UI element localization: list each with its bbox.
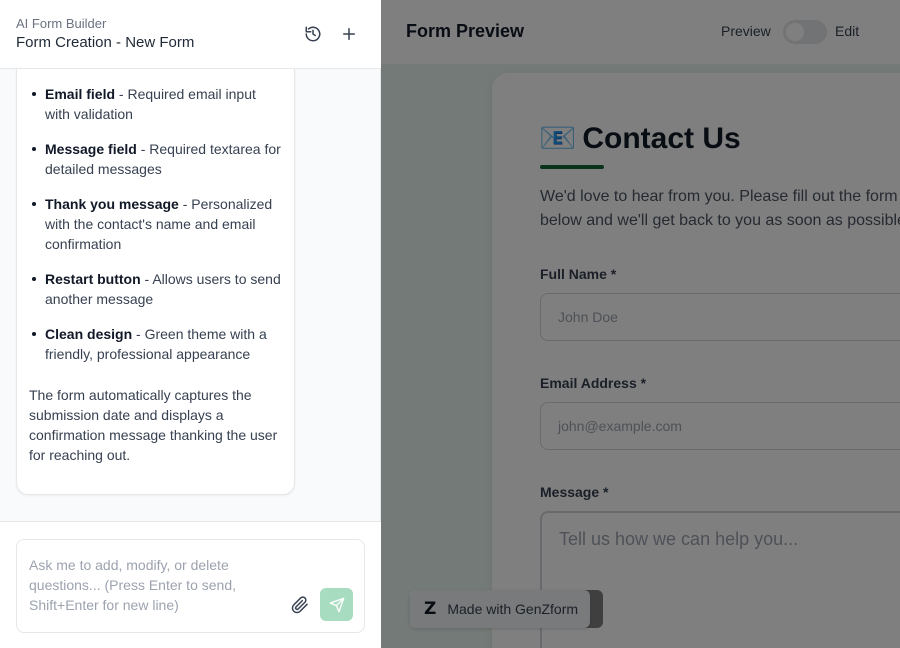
plus-icon[interactable]: [337, 22, 361, 46]
history-icon[interactable]: [301, 22, 325, 46]
paperclip-icon[interactable]: [290, 595, 310, 615]
form-title-text: Contact Us: [582, 122, 741, 155]
message-textarea[interactable]: Tell us how we can help you...: [540, 511, 900, 648]
form-canvas: 📧 Contact Us We'd love to hear from you. …: [381, 64, 900, 648]
chat-header: AI Form Builder Form Creation - New Form: [0, 0, 381, 69]
composer-area: Ask me to add, modify, or delete questio…: [0, 521, 381, 648]
form-card: 📧 Contact Us We'd love to hear from you. …: [492, 73, 900, 648]
field-label-email: Email Address *: [540, 375, 647, 391]
send-button[interactable]: [320, 588, 353, 621]
chat-input[interactable]: Ask me to add, modify, or delete questio…: [16, 539, 365, 633]
full-name-input[interactable]: John Doe: [540, 293, 900, 341]
chat-messages[interactable]: Email field - Required email input with …: [0, 69, 381, 521]
list-item: Message field - Required textarea for de…: [29, 139, 284, 179]
feature-name: Clean design: [45, 326, 133, 342]
preview-mode-label[interactable]: Preview: [721, 23, 771, 39]
feature-name: Thank you message: [45, 196, 179, 212]
feature-name: Message field: [45, 141, 137, 157]
preview-title: Form Preview: [406, 21, 525, 41]
send-icon: [329, 597, 344, 612]
toggle-knob: [786, 23, 804, 41]
preview-panel: Form Preview Preview Edit 📧 Contact Us We…: [381, 0, 900, 648]
field-label-message: Message *: [540, 484, 609, 500]
list-item: Thank you message - Personalized with th…: [29, 194, 284, 254]
feature-list: Email field - Required email input with …: [29, 84, 284, 379]
feature-name: Email field: [45, 86, 116, 102]
field-label-full-name: Full Name *: [540, 266, 617, 282]
edit-mode-label[interactable]: Edit: [835, 23, 859, 39]
chat-panel: AI Form Builder Form Creation - New Form…: [0, 0, 381, 648]
message-summary: The form automatically captures the subm…: [29, 387, 278, 463]
genzform-logo-icon: Z: [424, 599, 437, 619]
list-item: Restart button - Allows users to send an…: [29, 269, 284, 309]
session-title: Form Creation - New Form: [16, 34, 195, 51]
made-with-badge[interactable]: Z Made with GenZform: [410, 590, 591, 628]
envelope-icon: 📧: [539, 122, 577, 155]
feature-name: Restart button: [45, 271, 141, 287]
list-item: Email field - Required email input with …: [29, 84, 284, 124]
title-underline: [540, 165, 604, 169]
form-description: We'd love to hear from you. Please fill …: [540, 188, 900, 229]
mode-toggle[interactable]: [783, 20, 827, 44]
app-name: AI Form Builder: [16, 16, 107, 31]
form-title: 📧 Contact Us: [539, 121, 741, 156]
chat-input-placeholder: Ask me to add, modify, or delete questio…: [29, 557, 236, 613]
badge-text: Made with GenZform: [447, 601, 579, 617]
preview-header: Form Preview Preview Edit: [381, 0, 900, 64]
list-item: Clean design - Green theme with a friend…: [29, 324, 284, 364]
email-input[interactable]: john@example.com: [540, 402, 900, 450]
